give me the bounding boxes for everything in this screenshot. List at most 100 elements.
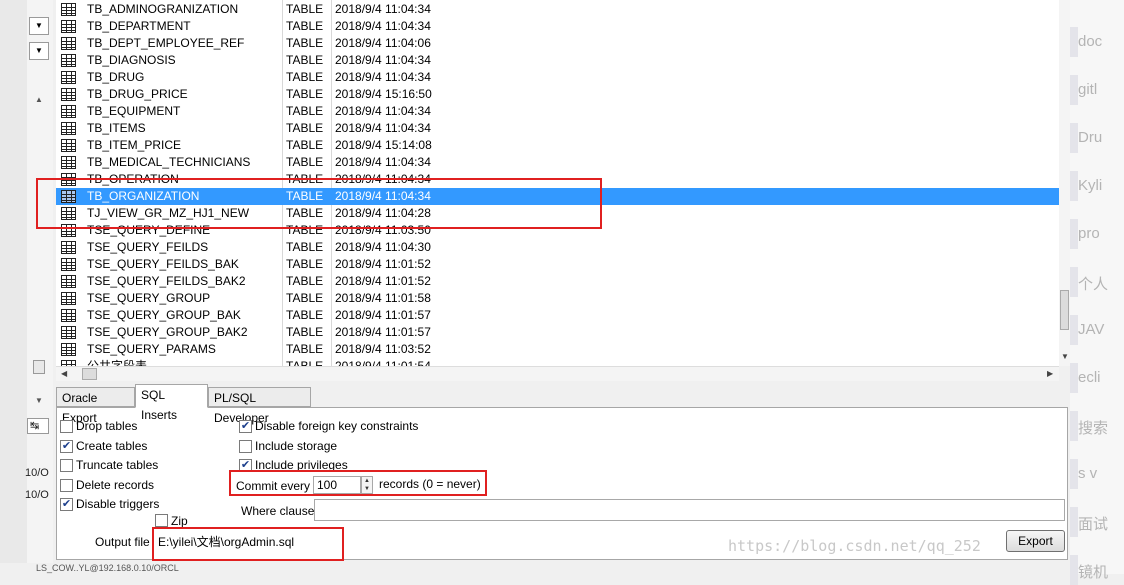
object-date: 2018/9/4 11:01:58 bbox=[335, 291, 431, 305]
object-date: 2018/9/4 11:04:34 bbox=[335, 104, 431, 118]
object-date: 2018/9/4 11:01:52 bbox=[335, 274, 431, 288]
object-date: 2018/9/4 11:04:34 bbox=[335, 53, 431, 67]
background-thumbnail bbox=[1070, 363, 1078, 393]
disable-foreign-key-constraints-checkbox[interactable]: ✔ bbox=[239, 420, 252, 433]
background-right-item: s v bbox=[1078, 465, 1098, 482]
check-icon: ✔ bbox=[61, 498, 72, 511]
disable-triggers-checkbox[interactable]: ✔ bbox=[60, 498, 73, 512]
table-row[interactable]: 公共字段表 TABLE 2018/9/4 11:01:54 bbox=[56, 358, 1059, 366]
highlight-selected-table bbox=[36, 178, 602, 229]
object-name: TB_DIAGNOSIS bbox=[87, 53, 176, 67]
table-row[interactable]: TB_ITEM_PRICE TABLE 2018/9/4 15:14:08 bbox=[56, 137, 1059, 154]
table-row[interactable]: TB_MEDICAL_TECHNICIANS TABLE 2018/9/4 11:0… bbox=[56, 154, 1059, 171]
zip-checkbox[interactable] bbox=[155, 514, 168, 527]
object-name: TSE_QUERY_GROUP_BAK2 bbox=[87, 325, 248, 339]
left-dropdown-2[interactable]: ▼ bbox=[29, 42, 49, 60]
background-right-item: 镜机 bbox=[1078, 564, 1109, 581]
truncate-tables-checkbox[interactable] bbox=[60, 459, 73, 473]
object-name: 公共字段表 bbox=[87, 359, 148, 366]
table-icon bbox=[61, 309, 76, 322]
table-icon bbox=[61, 258, 76, 271]
object-name: TB_EQUIPMENT bbox=[87, 104, 181, 118]
object-type: TABLE bbox=[286, 121, 324, 135]
table-row[interactable]: TSE_QUERY_GROUP_BAK TABLE 2018/9/4 11:01:5… bbox=[56, 307, 1059, 324]
left-scroll-thumb[interactable] bbox=[33, 360, 45, 374]
object-type: TABLE bbox=[286, 138, 324, 152]
background-thumbnail bbox=[1070, 267, 1078, 297]
tab-sql-inserts[interactable]: SQL Inserts bbox=[135, 384, 208, 422]
where-clause-input[interactable] bbox=[314, 499, 1065, 521]
status-text: LS_COW..YL@192.168.0.10/ORCL bbox=[36, 563, 179, 573]
status-bar: LS_COW..YL@192.168.0.10/ORCL bbox=[0, 563, 1070, 574]
table-row[interactable]: TSE_QUERY_GROUP_BAK2 TABLE 2018/9/4 11:01:… bbox=[56, 324, 1059, 341]
table-row[interactable]: TB_DRUG TABLE 2018/9/4 11:04:34 bbox=[56, 69, 1059, 86]
background-left-strip bbox=[0, 0, 27, 574]
tab-plsql-developer[interactable]: PL/SQL Developer bbox=[208, 387, 311, 425]
table-row[interactable]: TSE_QUERY_GROUP TABLE 2018/9/4 11:01:58 bbox=[56, 290, 1059, 307]
background-right-item: 个人 bbox=[1078, 276, 1109, 293]
object-name: TB_DEPT_EMPLOYEE_REF bbox=[87, 36, 245, 50]
table-row[interactable]: TB_EQUIPMENT TABLE 2018/9/4 11:04:34 bbox=[56, 103, 1059, 120]
scroll-left-icon[interactable]: ◀ bbox=[61, 369, 67, 378]
list-vertical-scrollbar[interactable]: ▼ bbox=[1059, 0, 1070, 366]
object-date: 2018/9/4 11:04:34 bbox=[335, 155, 431, 169]
delete-records-label: Delete records bbox=[76, 477, 155, 492]
object-date: 2018/9/4 11:04:30 bbox=[335, 240, 431, 254]
table-row[interactable]: TSE_QUERY_FEILDS_BAK2 TABLE 2018/9/4 11:01… bbox=[56, 273, 1059, 290]
horizontal-scroll-thumb[interactable] bbox=[82, 368, 97, 380]
drop-tables-checkbox[interactable] bbox=[60, 420, 73, 433]
table-row[interactable]: TSE_QUERY_FEILDS TABLE 2018/9/4 11:04:30 bbox=[56, 239, 1059, 256]
table-row[interactable]: TB_ITEMS TABLE 2018/9/4 11:04:34 bbox=[56, 120, 1059, 137]
table-row[interactable]: TB_DEPT_EMPLOYEE_REF TABLE 2018/9/4 11:04:… bbox=[56, 35, 1059, 52]
scroll-right-icon[interactable]: ▶ bbox=[1047, 369, 1053, 378]
vertical-scroll-thumb[interactable] bbox=[1060, 290, 1069, 330]
background-thumbnail bbox=[1070, 315, 1078, 345]
object-type: TABLE bbox=[286, 342, 324, 356]
scroll-down-icon[interactable]: ▼ bbox=[1061, 352, 1069, 361]
tab-oracle-export[interactable]: Oracle Export bbox=[56, 387, 135, 425]
object-date: 2018/9/4 11:01:54 bbox=[335, 359, 431, 366]
table-row[interactable]: TB_ADMINOGRANIZATION TABLE 2018/9/4 11:04:… bbox=[56, 1, 1059, 18]
table-icon bbox=[61, 20, 76, 33]
background-right-item: doc bbox=[1078, 33, 1103, 50]
scroll-down-icon[interactable]: ▼ bbox=[35, 396, 43, 405]
background-thumbnail bbox=[1070, 555, 1078, 585]
table-row[interactable]: TB_DIAGNOSIS TABLE 2018/9/4 11:04:34 bbox=[56, 52, 1059, 69]
object-type: TABLE bbox=[286, 104, 324, 118]
object-name: TB_MEDICAL_TECHNICIANS bbox=[87, 155, 251, 169]
left-dropdown-1[interactable]: ▼ bbox=[29, 17, 49, 35]
background-thumbnail bbox=[1070, 459, 1078, 489]
table-row[interactable]: TSE_QUERY_PARAMS TABLE 2018/9/4 11:03:52 bbox=[56, 341, 1059, 358]
table-icon bbox=[61, 156, 76, 169]
background-right-item: JAV bbox=[1078, 321, 1105, 338]
scroll-up-icon[interactable]: ▲ bbox=[35, 95, 43, 104]
object-name: TB_DRUG_PRICE bbox=[87, 87, 188, 101]
left-field[interactable]: ↹ bbox=[27, 418, 49, 434]
include-storage-label: Include storage bbox=[255, 438, 338, 453]
left-text-2: 10/O bbox=[25, 489, 49, 501]
object-date: 2018/9/4 11:04:34 bbox=[335, 19, 431, 33]
object-date: 2018/9/4 11:01:57 bbox=[335, 325, 431, 339]
table-row[interactable]: TSE_QUERY_FEILDS_BAK TABLE 2018/9/4 11:01:… bbox=[56, 256, 1059, 273]
background-right-item: 搜索 bbox=[1078, 420, 1109, 437]
list-horizontal-scrollbar[interactable]: ◀ ▶ bbox=[56, 366, 1059, 381]
export-button[interactable]: Export bbox=[1006, 530, 1065, 552]
object-type: TABLE bbox=[286, 155, 324, 169]
object-date: 2018/9/4 11:04:34 bbox=[335, 70, 431, 84]
object-type: TABLE bbox=[286, 325, 324, 339]
object-type: TABLE bbox=[286, 359, 324, 366]
object-date: 2018/9/4 11:01:52 bbox=[335, 257, 431, 271]
table-icon bbox=[61, 122, 76, 135]
include-storage-checkbox[interactable] bbox=[239, 439, 252, 453]
left-panel bbox=[27, 0, 54, 574]
object-name: TSE_QUERY_GROUP_BAK bbox=[87, 308, 241, 322]
background-thumbnail bbox=[1070, 123, 1078, 153]
where-clause-label: Where clause bbox=[241, 504, 315, 518]
create-tables-checkbox[interactable]: ✔ bbox=[60, 439, 73, 453]
disable-foreign-key-constraints-label: Disable foreign key constraints bbox=[255, 419, 419, 433]
table-row[interactable]: TB_DEPARTMENT TABLE 2018/9/4 11:04:34 bbox=[56, 18, 1059, 35]
truncate-tables-label: Truncate tables bbox=[76, 458, 159, 473]
object-name: TSE_QUERY_GROUP bbox=[87, 291, 211, 305]
delete-records-checkbox[interactable] bbox=[60, 478, 73, 492]
table-row[interactable]: TB_DRUG_PRICE TABLE 2018/9/4 15:16:50 bbox=[56, 86, 1059, 103]
